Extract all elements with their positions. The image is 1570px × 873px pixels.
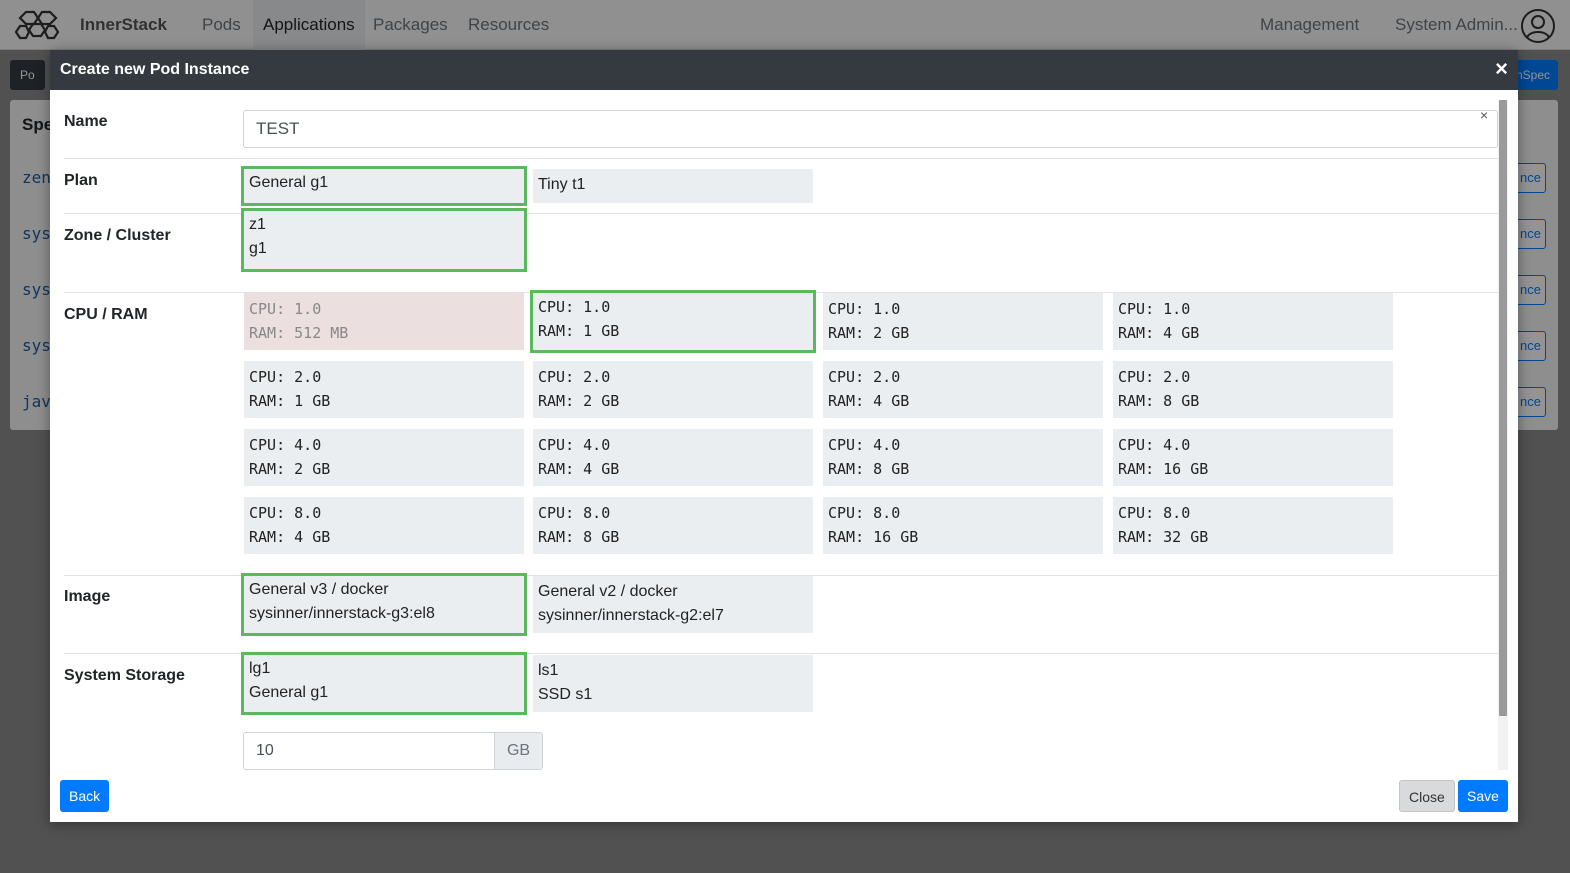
- save-button[interactable]: Save: [1458, 780, 1508, 812]
- cpu-ram-option-line-2: RAM: 8 GB: [1118, 392, 1200, 410]
- storage-option-line-2: General g1: [249, 684, 329, 701]
- image-label: Image: [64, 588, 111, 605]
- back-button[interactable]: Back: [60, 780, 110, 812]
- cpu-ram-option-line-1: CPU: 8.0: [1118, 504, 1191, 522]
- cpu-ram-option-line-1: CPU: 8.0: [538, 504, 611, 522]
- storage-size-unit: GB: [494, 732, 543, 770]
- cpu-ram-option[interactable]: CPU: 1.0 RAM: 1 GB: [530, 290, 816, 353]
- cpu-ram-option-line-1: CPU: 1.0: [249, 300, 322, 318]
- cpu-ram-option-line-1: CPU: 4.0: [828, 436, 901, 454]
- cpu-ram-option-line-1: CPU: 2.0: [828, 368, 901, 386]
- plan-option[interactable]: General g1: [241, 166, 527, 206]
- cpu-ram-option-line-2: RAM: 4 GB: [828, 392, 910, 410]
- close-button[interactable]: Close: [1399, 780, 1455, 812]
- image-option[interactable]: General v2 / docker sysinner/innerstack-g…: [533, 576, 813, 633]
- cpu-ram-option[interactable]: CPU: 4.0 RAM: 2 GB: [244, 429, 524, 486]
- cpu-ram-option-line-1: CPU: 4.0: [1118, 436, 1191, 454]
- clear-name-icon[interactable]: ×: [1480, 107, 1488, 123]
- create-pod-modal: Create new Pod Instance × Name × Plan Ge…: [50, 50, 1518, 822]
- cpu-ram-option[interactable]: CPU: 1.0 RAM: 2 GB: [823, 293, 1103, 350]
- cpu-ram-option-line-1: CPU: 2.0: [1118, 368, 1191, 386]
- cpu-ram-option-line-2: RAM: 4 GB: [249, 528, 331, 546]
- storage-option-line-2: SSD s1: [538, 686, 593, 703]
- zone-option-line-1: z1: [249, 216, 266, 233]
- cpu-ram-option-line-2: RAM: 32 GB: [1118, 528, 1209, 546]
- cpu-ram-option[interactable]: CPU: 8.0 RAM: 32 GB: [1113, 497, 1393, 554]
- cpu-ram-option-line-2: RAM: 1 GB: [538, 322, 620, 340]
- image-option-line-1: General v3 / docker: [249, 581, 389, 598]
- plan-option[interactable]: Tiny t1: [533, 169, 813, 203]
- cpu-ram-option-line-1: CPU: 1.0: [1118, 300, 1191, 318]
- plan-option-line-1: General g1: [249, 174, 329, 191]
- cpu-ram-option[interactable]: CPU: 2.0 RAM: 4 GB: [823, 361, 1103, 418]
- cpu-ram-option-line-2: RAM: 512 MB: [249, 324, 349, 342]
- cpu-ram-option-line-1: CPU: 1.0: [538, 298, 611, 316]
- plan-option-line-1: Tiny t1: [538, 176, 586, 193]
- scrollbar-thumb[interactable]: [1499, 100, 1507, 716]
- image-option[interactable]: General v3 / docker sysinner/innerstack-g…: [241, 573, 527, 636]
- storage-size-group: GB: [243, 732, 543, 770]
- name-input[interactable]: [243, 110, 1498, 148]
- divider: [64, 158, 1498, 159]
- cpu-ram-option[interactable]: CPU: 1.0 RAM: 4 GB: [1113, 293, 1393, 350]
- modal-header: Create new Pod Instance ×: [50, 50, 1518, 90]
- plan-label: Plan: [64, 172, 98, 189]
- storage-option-line-1: ls1: [538, 662, 559, 679]
- cpu-ram-option[interactable]: CPU: 8.0 RAM: 8 GB: [533, 497, 813, 554]
- cpu-ram-option-line-2: RAM: 2 GB: [538, 392, 620, 410]
- cpu-ram-option[interactable]: CPU: 8.0 RAM: 16 GB: [823, 497, 1103, 554]
- storage-option-line-1: lg1: [249, 660, 271, 677]
- cpu-ram-option[interactable]: CPU: 1.0 RAM: 512 MB: [244, 293, 524, 350]
- cpu-ram-option-line-2: RAM: 8 GB: [538, 528, 620, 546]
- cpu-ram-option-line-1: CPU: 1.0: [828, 300, 901, 318]
- cpu-ram-option[interactable]: CPU: 2.0 RAM: 2 GB: [533, 361, 813, 418]
- modal-title: Create new Pod Instance: [60, 61, 250, 78]
- modal-body: Name × Plan General g1 Tiny t1 Zone / Clu…: [50, 90, 1518, 770]
- storage-option[interactable]: lg1 General g1: [241, 652, 527, 715]
- zone-label: Zone / Cluster: [64, 227, 171, 244]
- cpu-ram-option[interactable]: CPU: 8.0 RAM: 4 GB: [244, 497, 524, 554]
- cpu-ram-option-line-2: RAM: 2 GB: [828, 324, 910, 342]
- cpu-ram-option-line-1: CPU: 4.0: [538, 436, 611, 454]
- zone-option[interactable]: z1 g1: [241, 208, 527, 272]
- cpu-ram-label: CPU / RAM: [64, 306, 148, 323]
- cpu-ram-option[interactable]: CPU: 4.0 RAM: 16 GB: [1113, 429, 1393, 486]
- cpu-ram-option-line-1: CPU: 2.0: [538, 368, 611, 386]
- storage-size-input[interactable]: [243, 732, 495, 770]
- cpu-ram-option[interactable]: CPU: 2.0 RAM: 1 GB: [244, 361, 524, 418]
- cpu-ram-option-line-1: CPU: 8.0: [249, 504, 322, 522]
- cpu-ram-option-line-2: RAM: 16 GB: [1118, 460, 1209, 478]
- cpu-ram-option-line-2: RAM: 2 GB: [249, 460, 331, 478]
- cpu-ram-option-line-2: RAM: 8 GB: [828, 460, 910, 478]
- cpu-ram-option[interactable]: CPU: 2.0 RAM: 8 GB: [1113, 361, 1393, 418]
- close-icon[interactable]: ×: [1495, 57, 1508, 81]
- cpu-ram-option-line-2: RAM: 1 GB: [249, 392, 331, 410]
- cpu-ram-option[interactable]: CPU: 4.0 RAM: 8 GB: [823, 429, 1103, 486]
- image-option-line-2: sysinner/innerstack-g3:el8: [249, 605, 435, 622]
- image-option-line-2: sysinner/innerstack-g2:el7: [538, 607, 724, 624]
- cpu-ram-option[interactable]: CPU: 4.0 RAM: 4 GB: [533, 429, 813, 486]
- cpu-ram-option-line-2: RAM: 4 GB: [1118, 324, 1200, 342]
- cpu-ram-option-line-2: RAM: 16 GB: [828, 528, 919, 546]
- cpu-ram-option-line-1: CPU: 8.0: [828, 504, 901, 522]
- modal-footer: Back Close Save: [50, 770, 1518, 822]
- storage-option[interactable]: ls1 SSD s1: [533, 655, 813, 712]
- cpu-ram-option-line-1: CPU: 4.0: [249, 436, 322, 454]
- cpu-ram-option-line-2: RAM: 4 GB: [538, 460, 620, 478]
- cpu-ram-option-line-1: CPU: 2.0: [249, 368, 322, 386]
- image-option-line-1: General v2 / docker: [538, 583, 678, 600]
- zone-option-line-2: g1: [249, 240, 267, 257]
- storage-label: System Storage: [64, 667, 185, 684]
- name-label: Name: [64, 113, 108, 130]
